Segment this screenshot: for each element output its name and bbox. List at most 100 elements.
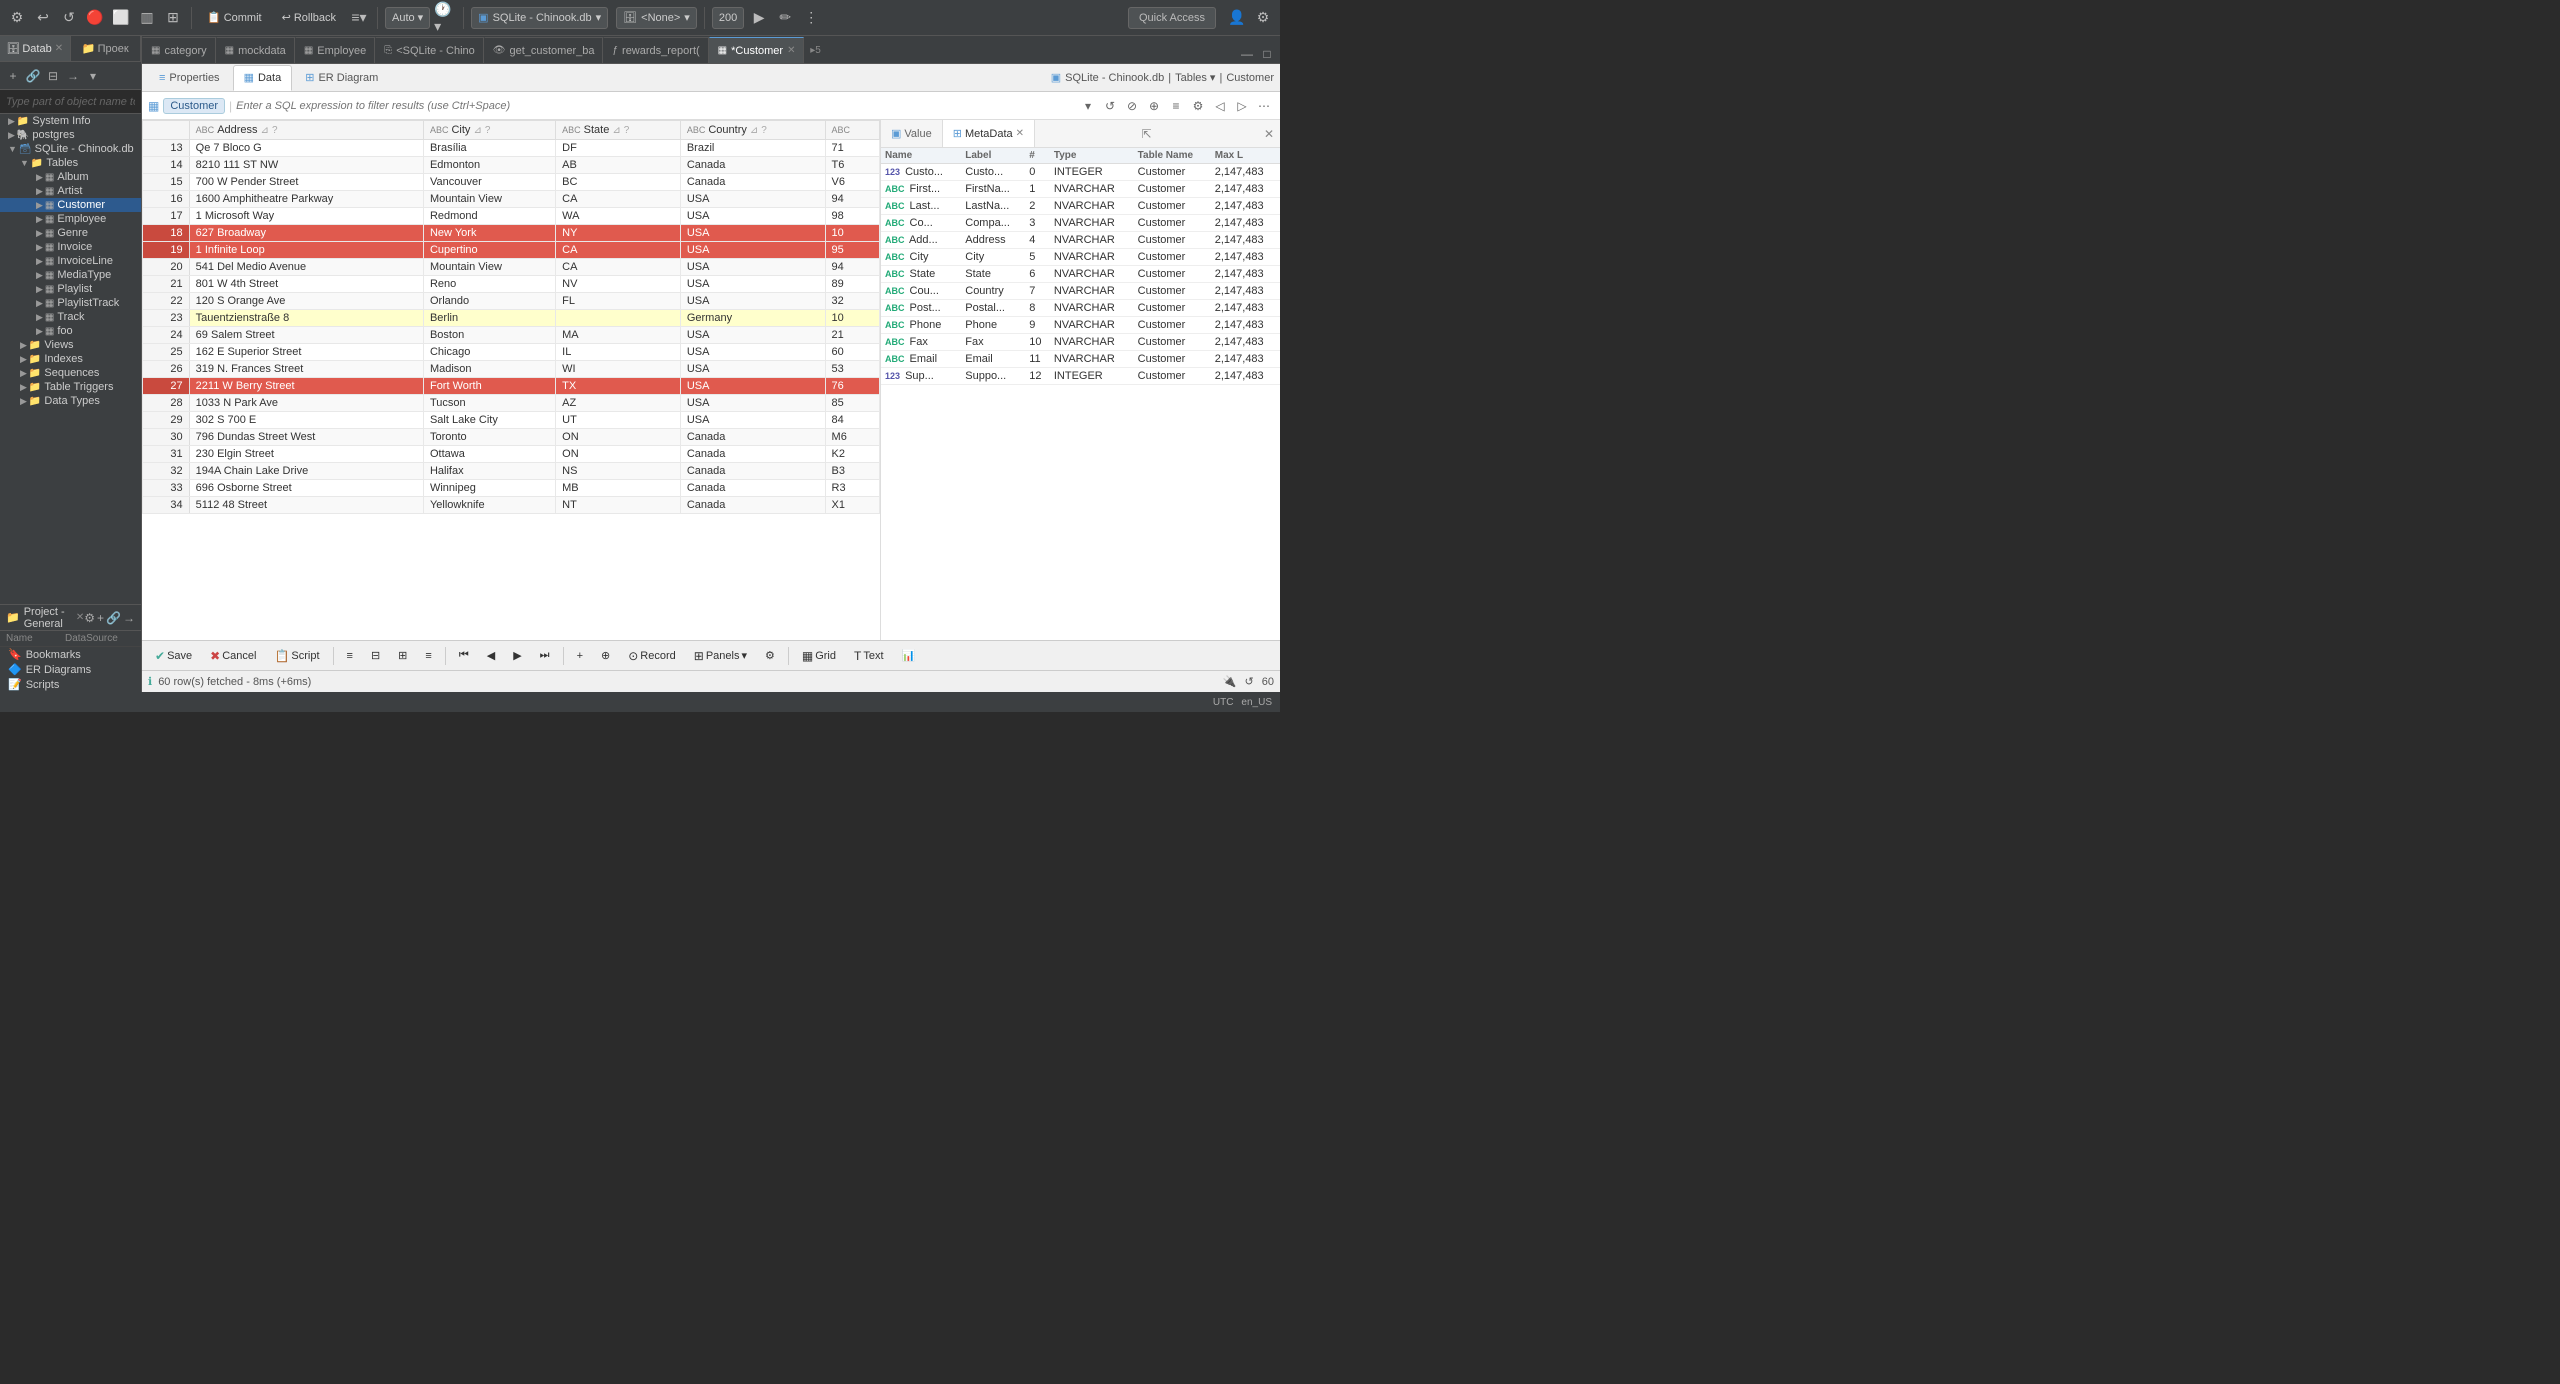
cell-country[interactable]: USA: [680, 276, 825, 293]
cell-city[interactable]: Edmonton: [423, 157, 555, 174]
cell-city[interactable]: Halifax: [423, 463, 555, 480]
add-row-button[interactable]: +: [570, 647, 590, 665]
script-button[interactable]: 📋 Script: [267, 646, 326, 666]
table-row[interactable]: 13 Qe 7 Bloco G Brasília DF Brazil 71: [143, 140, 880, 157]
cell-extra[interactable]: 32: [825, 293, 879, 310]
meta-tab-value[interactable]: ▣ Value: [881, 120, 943, 147]
cell-extra[interactable]: 21: [825, 327, 879, 344]
cell-extra[interactable]: R3: [825, 480, 879, 497]
cell-address[interactable]: 1 Infinite Loop: [189, 242, 423, 259]
table-row[interactable]: 25 162 E Superior Street Chicago IL USA …: [143, 344, 880, 361]
nav-first-button[interactable]: ⏮: [452, 646, 476, 665]
auto-dropdown[interactable]: Auto ▾: [385, 7, 430, 29]
cell-state[interactable]: ON: [556, 429, 681, 446]
table-row[interactable]: 34 5112 48 Street Yellowknife NT Canada …: [143, 497, 880, 514]
cell-extra[interactable]: 71: [825, 140, 879, 157]
cell-address[interactable]: 700 W Pender Street: [189, 174, 423, 191]
cell-country[interactable]: USA: [680, 344, 825, 361]
cell-city[interactable]: Berlin: [423, 310, 555, 327]
sub-tab-data[interactable]: ▦ Data: [233, 65, 293, 91]
cell-extra[interactable]: K2: [825, 446, 879, 463]
cell-city[interactable]: Toronto: [423, 429, 555, 446]
table-row[interactable]: 30 796 Dundas Street West Toronto ON Can…: [143, 429, 880, 446]
col-extra-header[interactable]: ABC: [825, 121, 879, 140]
tree-playlisttrack[interactable]: ▶ ▦ PlaylistTrack: [0, 296, 141, 310]
data-grid-container[interactable]: ABC Address ⊿ ? ABC City ⊿: [142, 120, 880, 640]
tree-tables[interactable]: ▼ 📁 Tables: [0, 156, 141, 170]
cell-state[interactable]: NS: [556, 463, 681, 480]
close-project-icon[interactable]: ✕: [76, 612, 84, 623]
cell-address[interactable]: 194A Chain Lake Drive: [189, 463, 423, 480]
panels-button[interactable]: ⊞ Panels ▾: [687, 646, 754, 666]
cell-country[interactable]: Canada: [680, 429, 825, 446]
chart-button[interactable]: 📊: [895, 646, 923, 665]
record-button[interactable]: ⊙ Record: [621, 646, 683, 666]
sidebar-search-input[interactable]: [0, 90, 141, 114]
cell-country[interactable]: USA: [680, 191, 825, 208]
cell-state[interactable]: ON: [556, 446, 681, 463]
cell-country[interactable]: Canada: [680, 463, 825, 480]
nav-project-icon[interactable]: →: [123, 611, 135, 625]
rollback-button[interactable]: ↩ Rollback: [274, 7, 344, 29]
grid-button[interactable]: ▦ Grid: [795, 646, 843, 666]
cell-city[interactable]: Tucson: [423, 395, 555, 412]
cell-extra[interactable]: 95: [825, 242, 879, 259]
tree-playlist[interactable]: ▶ ▦ Playlist: [0, 282, 141, 296]
cell-city[interactable]: Winnipeg: [423, 480, 555, 497]
icon3[interactable]: ↺: [58, 7, 80, 29]
settings-icon[interactable]: ⚙: [1252, 7, 1274, 29]
cell-address[interactable]: 162 E Superior Street: [189, 344, 423, 361]
cell-country[interactable]: USA: [680, 395, 825, 412]
tree-mediatype[interactable]: ▶ ▦ MediaType: [0, 268, 141, 282]
cell-address[interactable]: 120 S Orange Ave: [189, 293, 423, 310]
tab-rewards-report[interactable]: ƒ rewards_report(: [603, 37, 708, 63]
filter-icon[interactable]: ⊿: [750, 125, 758, 136]
cell-city[interactable]: Vancouver: [423, 174, 555, 191]
cell-country[interactable]: USA: [680, 361, 825, 378]
cell-country[interactable]: Canada: [680, 174, 825, 191]
cell-city[interactable]: Fort Worth: [423, 378, 555, 395]
cell-state[interactable]: WA: [556, 208, 681, 225]
tree-foo[interactable]: ▶ ▦ foo: [0, 324, 141, 338]
nav-right-icon[interactable]: ▷: [1232, 96, 1252, 116]
filter-icon[interactable]: ⊿: [261, 125, 269, 136]
cell-extra[interactable]: 98: [825, 208, 879, 225]
table-row[interactable]: 17 1 Microsoft Way Redmond WA USA 98: [143, 208, 880, 225]
icon1[interactable]: ⚙: [6, 7, 28, 29]
cell-country[interactable]: Canada: [680, 497, 825, 514]
schema-selector[interactable]: 🗄 <None> ▾: [616, 7, 697, 29]
filter-icon3[interactable]: ≡: [1166, 96, 1186, 116]
cell-extra[interactable]: 76: [825, 378, 879, 395]
save-button[interactable]: ✔ Save: [148, 646, 199, 666]
metadata-row[interactable]: ABC Cou... Country 7 NVARCHAR Customer 2…: [881, 283, 1280, 300]
tab-mockdata[interactable]: ▦ mockdata: [216, 37, 295, 63]
tab-employee[interactable]: ▦ Employee: [295, 37, 375, 63]
link-icon[interactable]: 🔗: [24, 67, 42, 85]
cell-extra[interactable]: 60: [825, 344, 879, 361]
cell-state[interactable]: DF: [556, 140, 681, 157]
cell-extra[interactable]: 85: [825, 395, 879, 412]
nav-prev-button[interactable]: ◀: [480, 646, 502, 665]
cell-city[interactable]: Mountain View: [423, 259, 555, 276]
table-row[interactable]: 19 1 Infinite Loop Cupertino CA USA 95: [143, 242, 880, 259]
table-row[interactable]: 22 120 S Orange Ave Orlando FL USA 32: [143, 293, 880, 310]
icon2[interactable]: ↩: [32, 7, 54, 29]
tree-table-triggers[interactable]: ▶ 📁 Table Triggers: [0, 380, 141, 394]
metadata-row[interactable]: 123 Sup... Suppo... 12 INTEGER Customer …: [881, 368, 1280, 385]
icon5[interactable]: ⬜: [110, 7, 132, 29]
tree-views[interactable]: ▶ 📁 Views: [0, 338, 141, 352]
cell-state[interactable]: MA: [556, 327, 681, 344]
table-row[interactable]: 28 1033 N Park Ave Tucson AZ USA 85: [143, 395, 880, 412]
link-project-icon[interactable]: 🔗: [106, 611, 121, 625]
user-icon[interactable]: 👤: [1226, 7, 1248, 29]
tree-data-types[interactable]: ▶ 📁 Data Types: [0, 394, 141, 408]
cell-state[interactable]: CA: [556, 191, 681, 208]
rows-icon3[interactable]: ⊞: [391, 646, 414, 665]
table-row[interactable]: 27 2211 W Berry Street Fort Worth TX USA…: [143, 378, 880, 395]
cell-address[interactable]: 319 N. Frances Street: [189, 361, 423, 378]
table-row[interactable]: 33 696 Osborne Street Winnipeg MB Canada…: [143, 480, 880, 497]
cell-extra[interactable]: 94: [825, 259, 879, 276]
tree-track[interactable]: ▶ ▦ Track: [0, 310, 141, 324]
minimize-icon[interactable]: —: [1238, 45, 1256, 63]
cell-address[interactable]: 302 S 700 E: [189, 412, 423, 429]
